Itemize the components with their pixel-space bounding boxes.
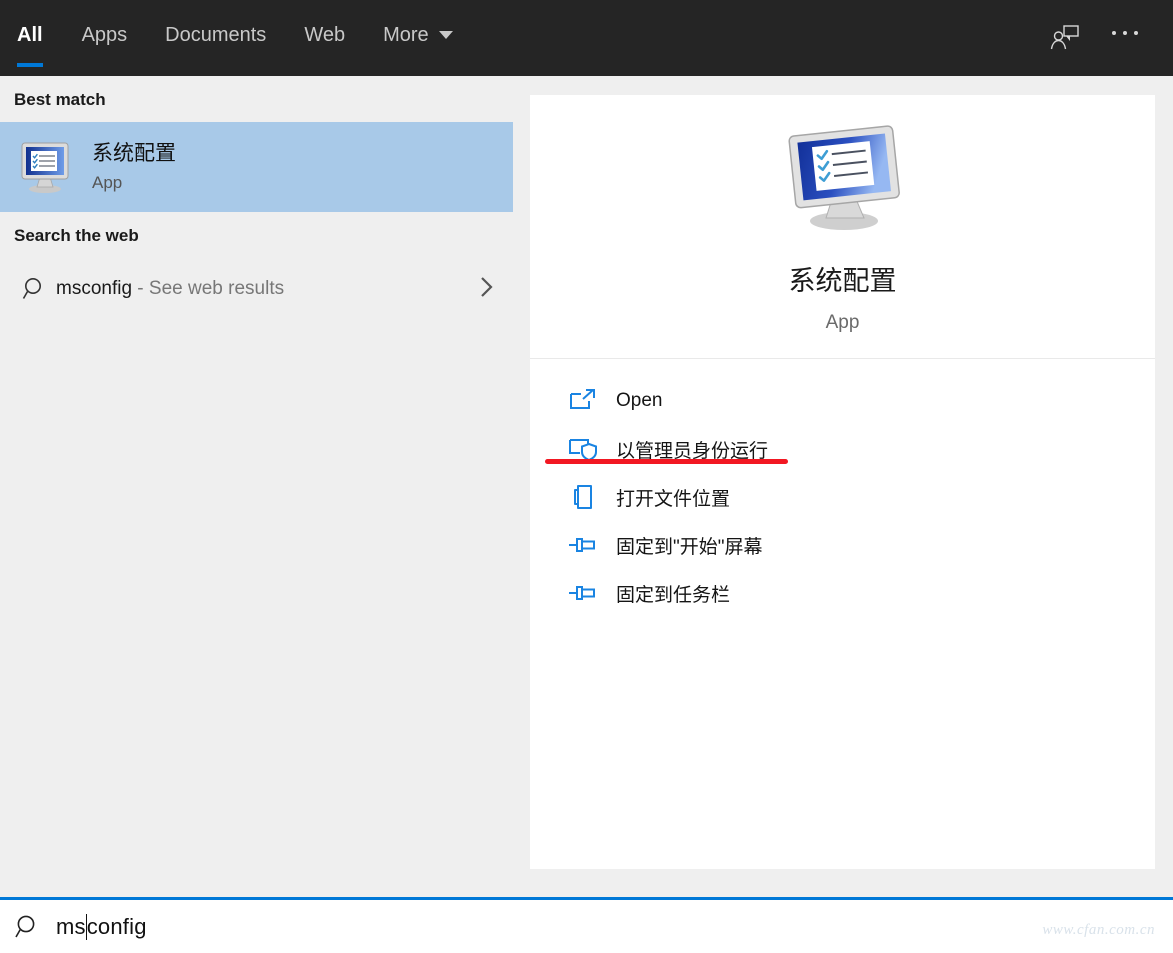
web-result-row[interactable]: msconfig - See web results [0,258,513,320]
folder-open-icon [558,483,608,511]
tab-documents[interactable]: Documents [146,0,285,70]
best-match-heading: Best match [14,90,106,109]
tab-apps[interactable]: Apps [63,0,147,70]
action-pin-to-taskbar-label: 固定到任务栏 [616,584,731,606]
action-open-file-location-label: 打开文件位置 [616,488,731,510]
open-external-icon [558,389,608,413]
search-icon [14,276,56,302]
search-flyout: All Apps Documents Web More Best match 系… [0,0,1173,953]
web-result-query: msconfig [56,278,133,299]
red-underline-annotation [545,459,788,464]
action-list: Open 以管理员身份运行 打开文件位置 固定到"开始"屏幕 固定到任务栏 [530,359,1155,617]
search-icon [0,913,56,941]
tab-all-label: All [17,23,43,46]
action-pin-to-start-label: 固定到"开始"屏幕 [616,536,763,558]
chevron-right-icon[interactable] [479,275,495,303]
pin-icon [558,581,608,605]
action-pin-to-start[interactable]: 固定到"开始"屏幕 [530,521,1155,569]
search-input[interactable]: ms config [56,913,147,940]
web-result-text: msconfig - See web results [56,278,284,300]
preview-header: 系统配置 App [530,95,1155,358]
tab-list: All Apps Documents Web More [0,0,472,70]
best-match-subtitle: App [92,172,123,192]
tab-more[interactable]: More [364,0,472,70]
preview-title: 系统配置 [788,266,897,296]
best-match-title: 系统配置 [92,142,176,166]
system-configuration-monitor-icon [768,117,918,237]
tab-web-label: Web [304,23,346,46]
tab-web[interactable]: Web [285,0,364,70]
ellipsis-icon[interactable] [1095,0,1155,76]
tab-documents-label: Documents [165,23,267,46]
best-match-text: 系统配置 App [92,141,176,192]
web-result-suffix: - See web results [132,278,285,299]
best-match-result[interactable]: 系统配置 App [0,122,513,212]
pin-icon [558,533,608,557]
tab-more-label: More [383,23,429,46]
action-open-file-location[interactable]: 打开文件位置 [530,473,1155,521]
tab-active-indicator [17,63,43,67]
chevron-down-icon [438,31,453,39]
action-open[interactable]: Open [530,377,1155,425]
search-tab-bar: All Apps Documents Web More [0,0,1173,76]
search-text-before-caret: ms [56,913,86,939]
action-open-label: Open [616,390,663,411]
system-configuration-monitor-icon [14,137,76,197]
tab-all[interactable]: All [17,0,63,70]
feedback-person-icon[interactable] [1035,0,1095,76]
preview-subtitle: App [825,312,860,333]
action-pin-to-taskbar[interactable]: 固定到任务栏 [530,569,1155,617]
search-text-after-caret: config [86,913,147,939]
search-input-bar[interactable]: ms config [0,897,1173,953]
search-the-web-heading: Search the web [14,226,139,245]
app-preview-card: 系统配置 App Open 以管理员身份运行 打开文件位置 固定到"开始"屏幕 … [530,95,1155,869]
watermark: www.cfan.com.cn [1042,922,1155,938]
tab-apps-label: Apps [81,23,128,46]
action-run-as-administrator[interactable]: 以管理员身份运行 [530,425,1155,473]
tab-bar-actions [1035,0,1173,76]
results-pane: Best match 系统配置 App Search the web mscon… [0,76,513,897]
